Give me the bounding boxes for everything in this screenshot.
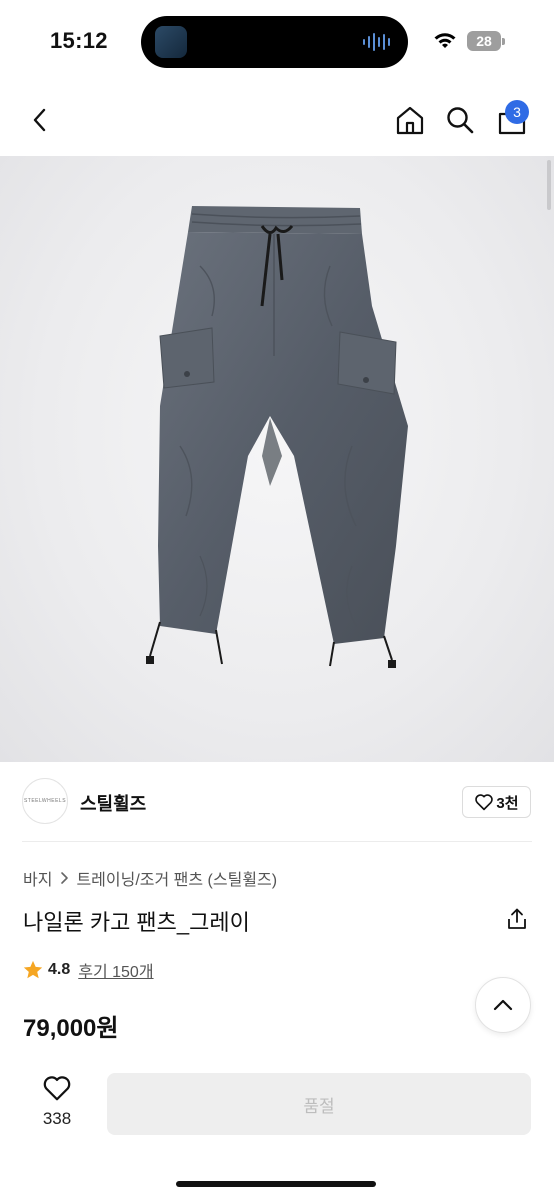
search-icon [447,107,474,134]
status-bar: 15:12 28 [0,0,554,84]
brand-like-count: 3천 [496,794,519,812]
star-icon [23,960,43,979]
price: 79,000원 [23,1015,119,1042]
now-playing-app-icon [155,26,187,58]
wishlist-count: 338 [42,1109,72,1128]
divider [22,841,532,842]
rating-value: 4.8 [48,961,71,978]
wishlist-button[interactable]: 338 [30,1074,84,1134]
share-icon [508,908,526,929]
brand-logo[interactable]: STEELWHEELS [22,778,68,824]
heart-icon [475,794,494,811]
cargo-pants-image [146,206,408,668]
home-button[interactable] [390,100,430,140]
back-chevron-icon [33,108,46,132]
rating-row: 4.8 후기 150개 [22,958,154,982]
product-image[interactable] [0,156,554,762]
brand-row[interactable]: STEELWHEELS 스틸휠즈 3천 [0,770,554,834]
breadcrumb-subcategory[interactable]: 트레이닝/조거 팬츠 (스틸휠즈) [76,866,277,890]
brand-logo-text: STEELWHEELS [23,798,67,804]
search-button[interactable] [440,100,480,140]
status-time: 15:12 [50,28,108,53]
top-nav [0,88,554,152]
home-indicator[interactable] [176,1181,376,1187]
brand-like-button[interactable]: 3천 [462,786,531,818]
wifi-icon [434,33,456,48]
breadcrumb: 바지 트레이닝/조거 팬츠 (스틸휠즈) [23,866,277,890]
cart-count-badge: 3 [505,100,529,124]
audio-wave-icon [363,33,390,51]
scrollbar[interactable] [547,160,551,210]
dynamic-island [141,16,408,68]
product-title: 나일론 카고 팬츠_그레이 [23,910,250,935]
home-icon [396,106,424,135]
heart-icon [43,1076,71,1101]
back-button[interactable] [20,100,60,140]
breadcrumb-category[interactable]: 바지 [23,866,52,890]
review-count-link[interactable]: 후기 150개 [78,958,153,982]
soldout-button: 품절 [107,1073,531,1135]
chevron-up-icon [493,999,513,1011]
brand-name[interactable]: 스틸휠즈 [80,790,146,816]
scroll-top-button[interactable] [475,977,531,1033]
battery-tip [502,38,505,45]
share-button[interactable] [500,902,534,936]
chevron-right-icon [61,872,69,884]
battery-level: 28 [467,31,501,51]
